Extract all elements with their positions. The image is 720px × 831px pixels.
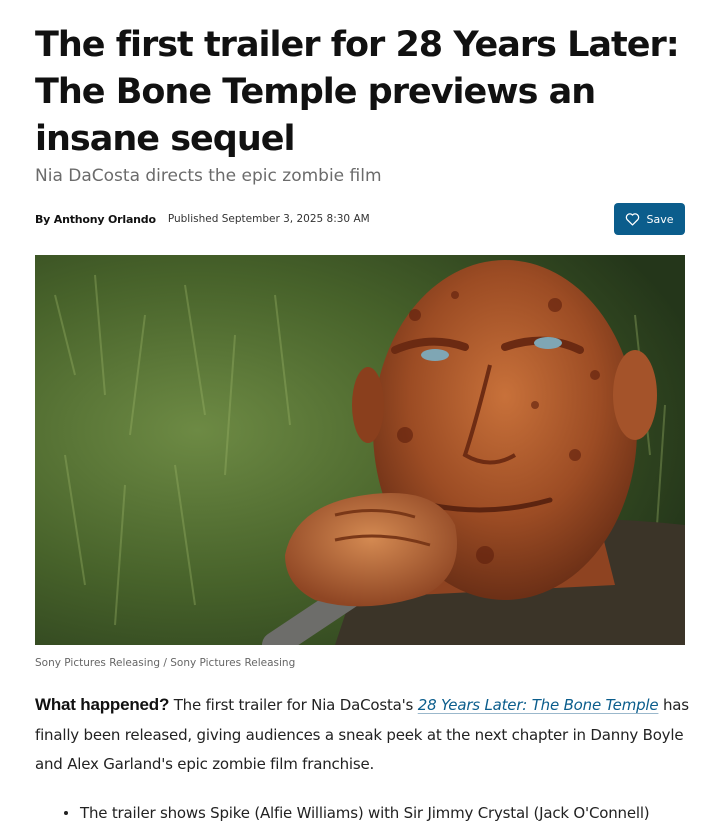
byline-row: By Anthony Orlando Published September 3… bbox=[35, 203, 685, 235]
lead-in: What happened? bbox=[35, 695, 170, 714]
hero-image bbox=[35, 255, 685, 645]
bullet-list: The trailer shows Spike (Alfie Williams)… bbox=[62, 800, 702, 826]
article-subheadline: Nia DaCosta directs the epic zombie film bbox=[35, 166, 382, 186]
list-item: The trailer shows Spike (Alfie Williams)… bbox=[62, 800, 702, 826]
article-paragraph: What happened? The first trailer for Nia… bbox=[35, 690, 690, 780]
article-headline: The first trailer for 28 Years Later: Th… bbox=[35, 25, 680, 159]
image-credit: Sony Pictures Releasing / Sony Pictures … bbox=[35, 657, 296, 669]
save-label: Save bbox=[646, 212, 674, 226]
save-button[interactable]: Save bbox=[614, 203, 685, 235]
author-byline[interactable]: By Anthony Orlando bbox=[35, 213, 156, 226]
paragraph-text-1: The first trailer for Nia DaCosta's bbox=[169, 696, 418, 714]
publish-date: Published September 3, 2025 8:30 AM bbox=[167, 213, 370, 225]
heart-icon bbox=[626, 213, 640, 226]
film-link[interactable]: 28 Years Later: The Bone Temple bbox=[418, 696, 659, 714]
